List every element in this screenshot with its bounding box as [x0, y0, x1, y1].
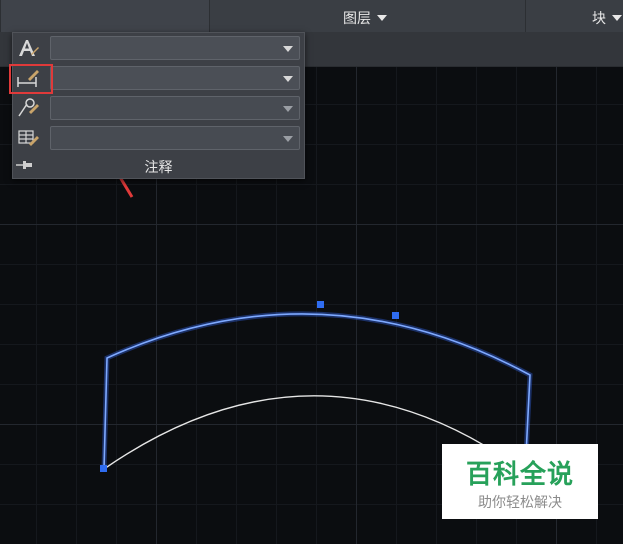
- multileader-style-row: [13, 94, 304, 122]
- dimension-style-row: [13, 64, 304, 92]
- chevron-down-icon: [377, 15, 387, 21]
- table-style-icon[interactable]: [16, 127, 40, 149]
- text-style-combo[interactable]: [50, 36, 300, 60]
- table-style-row: [13, 124, 304, 152]
- watermark-title: 百科全说: [465, 460, 574, 490]
- watermark-subtitle: 助你轻松解决: [478, 495, 562, 511]
- grip-arc-quarter: [392, 312, 399, 319]
- layers-panel-label: 图层: [343, 11, 371, 27]
- chevron-down-icon: [612, 15, 622, 21]
- text-style-row: [13, 34, 304, 62]
- annotation-panel-title: 注释: [144, 160, 173, 176]
- ribbon-panel-titles: 图层 块: [0, 0, 623, 33]
- inner-arc: [103, 395, 501, 470]
- watermark-logo: 百科全说 助你轻松解决: [442, 444, 598, 519]
- annotation-panel-footer[interactable]: 注释: [13, 153, 304, 177]
- layers-panel-title[interactable]: 图层: [343, 8, 387, 28]
- annotation-panel-expanded: 注释: [12, 32, 305, 179]
- highlight-box: [9, 64, 53, 94]
- ribbon-segment: [0, 0, 210, 32]
- multileader-style-icon[interactable]: [16, 97, 40, 119]
- chevron-down-icon: [283, 106, 293, 112]
- table-style-combo[interactable]: [50, 126, 300, 150]
- block-panel-label: 块: [592, 11, 606, 27]
- block-panel-title[interactable]: 块: [592, 8, 622, 28]
- chevron-down-icon: [283, 136, 293, 142]
- grip-end-left: [100, 465, 107, 472]
- chevron-down-icon: [283, 46, 293, 52]
- multileader-style-combo[interactable]: [50, 96, 300, 120]
- text-style-icon[interactable]: [16, 37, 40, 59]
- dimension-style-combo[interactable]: [50, 66, 300, 90]
- grip-arc-mid: [317, 301, 324, 308]
- chevron-down-icon: [283, 76, 293, 82]
